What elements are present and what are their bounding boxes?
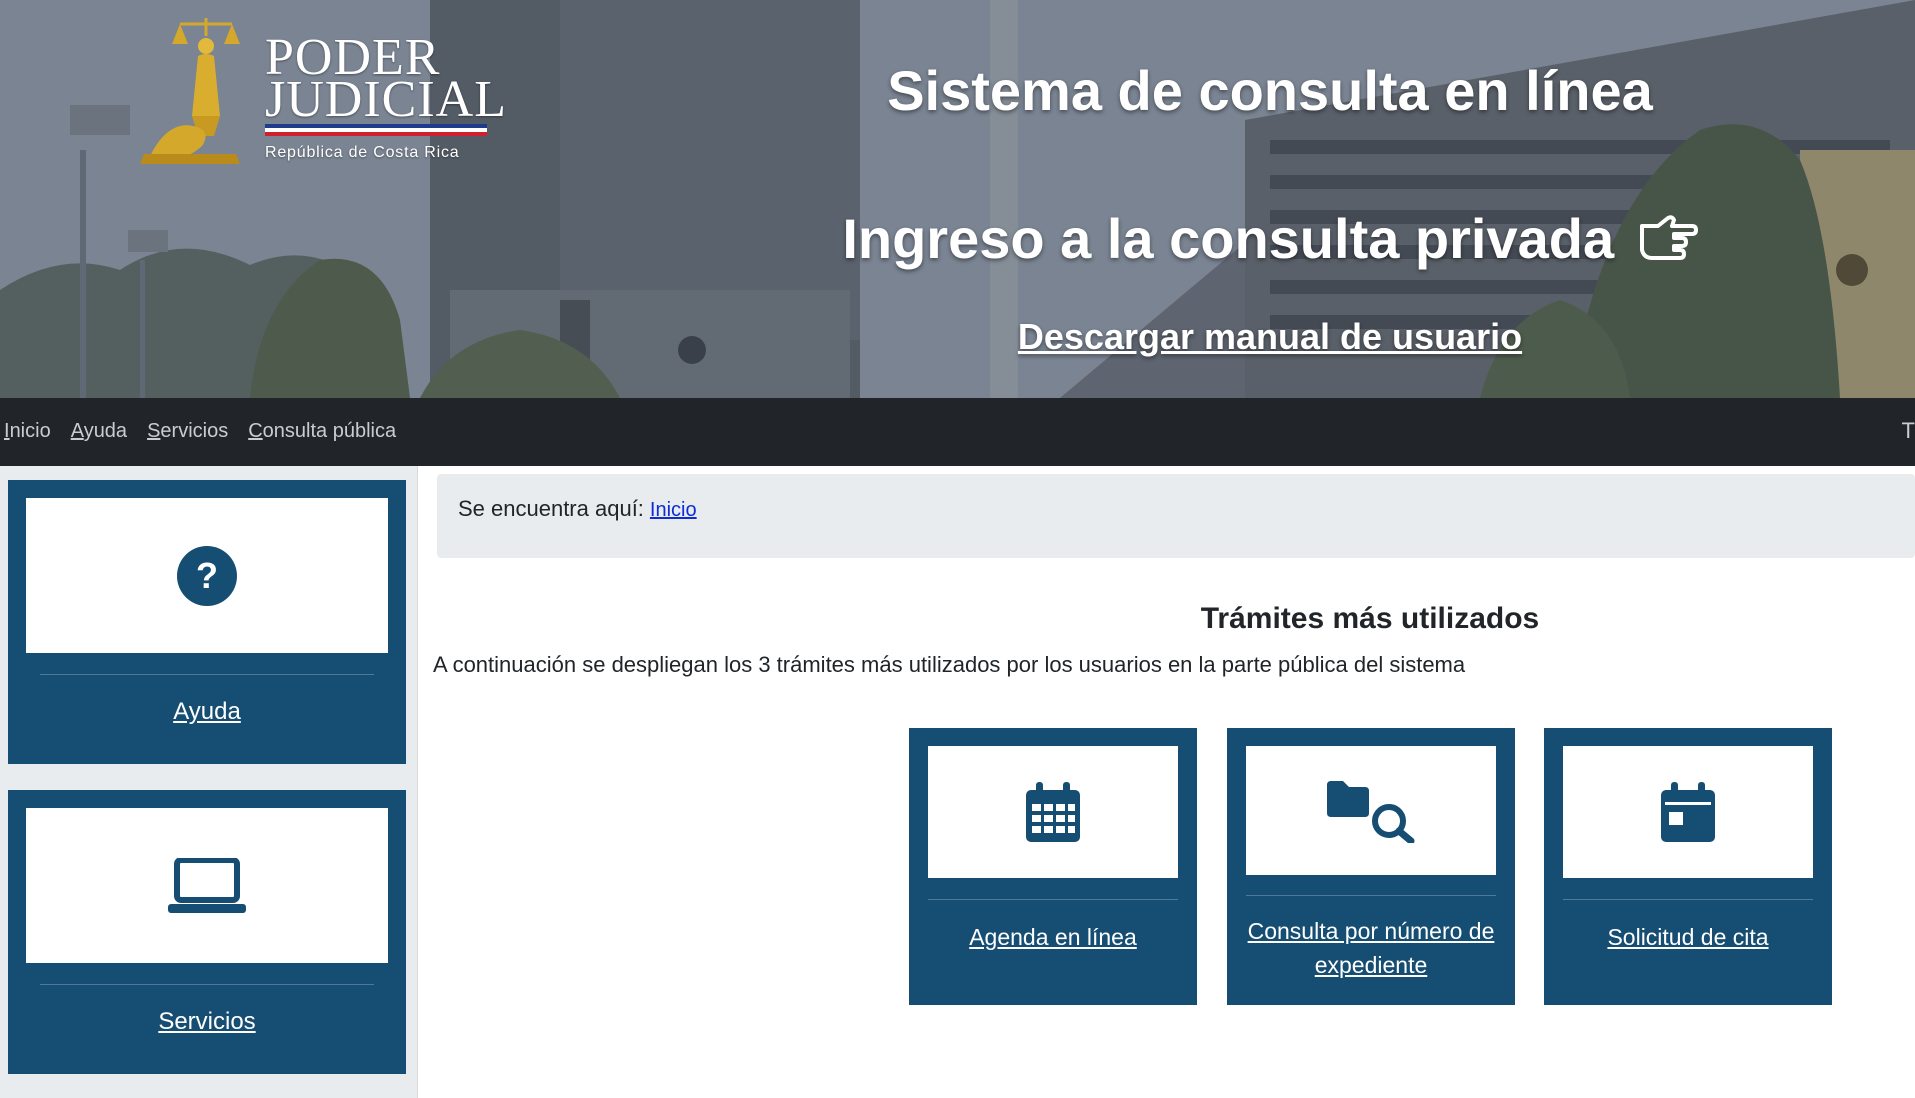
nav-right-truncated-item[interactable]: T — [1902, 418, 1915, 444]
header-banner: PODER JUDICIAL República de Costa Rica S… — [0, 0, 1915, 398]
logo-subtitle: República de Costa Rica — [265, 144, 460, 161]
nav-servicios[interactable]: Servicios — [147, 420, 228, 443]
card-label[interactable]: Consulta por número de expediente — [1239, 914, 1503, 982]
pointing-hand-icon — [1639, 215, 1698, 260]
laptop-icon — [168, 857, 246, 913]
card-label[interactable]: Agenda en línea — [921, 920, 1185, 954]
question-circle-icon: ? — [177, 545, 237, 606]
top-navbar: Inicio Ayuda Servicios Consulta pública … — [0, 398, 1915, 466]
page-title: Sistema de consulta en línea — [887, 59, 1653, 122]
flag-stripes — [265, 124, 487, 136]
breadcrumb-link-inicio[interactable]: Inicio — [650, 499, 697, 521]
poder-judicial-logo[interactable]: PODER JUDICIAL República de Costa Rica — [140, 16, 506, 166]
sidebar: ? Ayuda Servicios — [0, 466, 418, 1098]
card-label[interactable]: Solicitud de cita — [1556, 920, 1820, 954]
justice-statue-icon — [140, 18, 240, 164]
nav-ayuda[interactable]: Ayuda — [71, 420, 127, 443]
calendar-grid-icon — [1026, 782, 1080, 842]
nav-inicio[interactable]: Inicio — [4, 420, 51, 443]
download-manual-link[interactable]: Descargar manual de usuario — [990, 316, 1550, 358]
logo-word-judicial: JUDICIAL — [265, 71, 507, 128]
card-solicitud-de-cita[interactable]: Solicitud de cita — [1544, 728, 1832, 1005]
sidebar-card-ayuda[interactable]: ? Ayuda — [8, 480, 406, 764]
breadcrumb-prefix: Se encuentra aquí: — [458, 496, 644, 521]
sidebar-card-servicios[interactable]: Servicios — [8, 790, 406, 1074]
sidebar-card-label[interactable]: Ayuda — [8, 698, 406, 726]
section-description: A continuación se despliegan los 3 trámi… — [433, 652, 1466, 677]
folder-search-icon — [1327, 780, 1415, 843]
calendar-day-icon — [1661, 782, 1715, 842]
private-access-heading[interactable]: Ingreso a la consulta privada — [820, 206, 1720, 271]
private-access-label: Ingreso a la consulta privada — [842, 207, 1615, 270]
section-title: Trámites más utilizados — [1200, 602, 1540, 635]
breadcrumb: Se encuentra aquí: Inicio — [437, 474, 1915, 558]
card-consulta-expediente[interactable]: Consulta por número de expediente — [1227, 728, 1515, 1005]
card-agenda-en-linea[interactable]: Agenda en línea — [909, 728, 1197, 1005]
svg-text:?: ? — [196, 555, 218, 596]
nav-consulta-publica[interactable]: Consulta pública — [248, 420, 396, 443]
nav-links: Inicio Ayuda Servicios Consulta pública — [4, 420, 396, 443]
sidebar-card-label[interactable]: Servicios — [8, 1008, 406, 1036]
